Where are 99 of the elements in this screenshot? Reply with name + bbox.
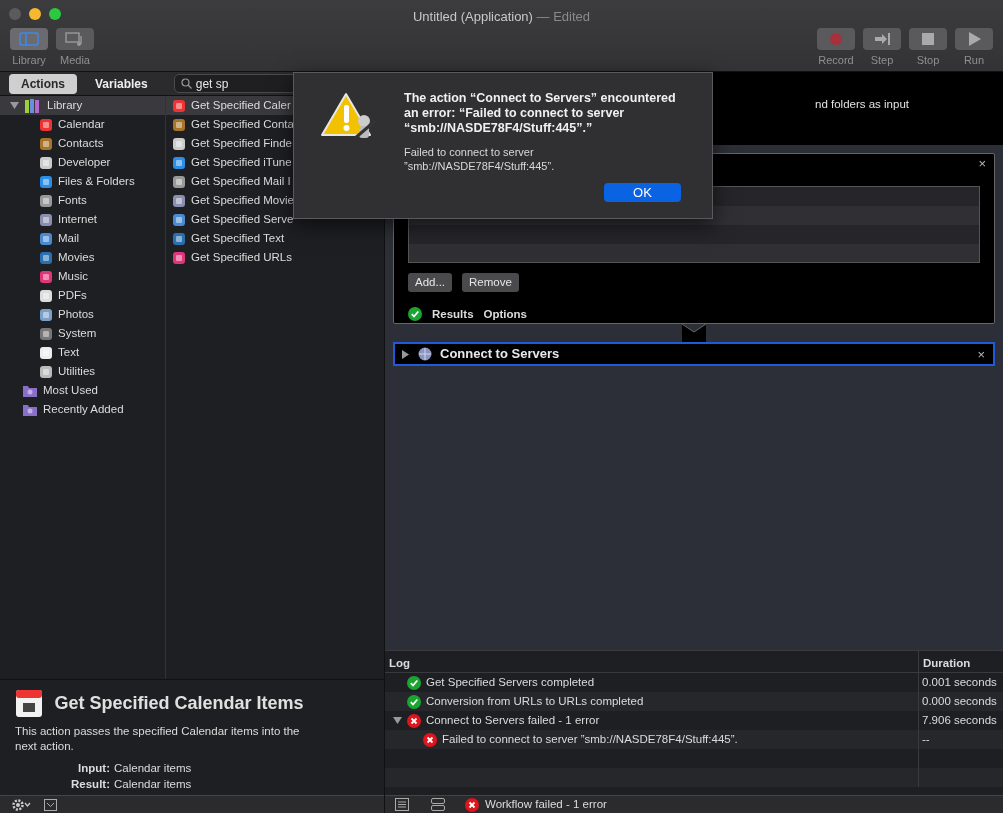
status-text: Workflow failed - 1 error [485,796,607,812]
split-view-icon [431,798,445,811]
library-item[interactable]: Movies [0,248,165,267]
action-item[interactable]: Get Specified Serve [166,210,384,229]
app-icon [39,288,53,303]
action-description: This action passes the specified Calendar items into the next action. [15,723,301,754]
collapse-icon [44,798,57,811]
tab[interactable]: Variables [83,73,160,94]
close-button[interactable]: × [978,156,986,172]
app-icon [172,193,186,208]
log-entry: Get Specified Servers completed [426,674,595,690]
dialog-message: Failed to connect to server ”smb://NASDE78F4/Stuff:445”. [404,145,556,173]
stop-icon [920,32,936,46]
duration-cell-text: 0.001 seconds [922,674,997,690]
library-item[interactable]: Utilities [0,362,165,381]
action-item[interactable]: Get Specified iTune [166,153,384,172]
library-item[interactable]: Photos [0,305,165,324]
app-icon [172,136,186,151]
app-icon [39,250,53,265]
library-item[interactable]: Text [0,343,165,362]
action-item[interactable]: Get Specified Mail I [166,172,384,191]
action-description: nd folders as input [815,98,909,110]
app-icon [172,155,186,170]
app-icon [39,155,53,170]
record-icon [828,32,844,46]
app-icon [39,326,53,341]
library-item[interactable]: Music [0,267,165,286]
action-item[interactable]: Get Specified URLs [166,248,384,267]
folder-gear-icon [22,402,38,417]
field-value: Calendar items [114,760,193,776]
media-icon [65,32,85,46]
app-icon [39,231,53,246]
app-icon [39,269,53,284]
app-icon [39,136,53,151]
duration-cell-text: 0.000 seconds [922,693,997,709]
library-icon [24,97,42,114]
close-button-icon [9,8,21,20]
library-item[interactable]: Contacts [0,134,165,153]
gear-icon [12,798,32,811]
log-entry: Conversion from URLs to URLs completed [426,693,644,709]
action-item[interactable]: Get Specified Finde [166,134,384,153]
app-icon [172,174,186,189]
calendar-icon [15,688,43,718]
zoom-button-icon [49,8,61,20]
field-label: Result: [70,776,110,792]
globe-icon [418,347,432,361]
app-icon [39,364,53,379]
ok-button[interactable]: OK [604,183,681,202]
window-title: Untitled (Application) — Edited [413,8,590,26]
play-icon [966,32,982,46]
app-icon [39,345,53,360]
column-header[interactable]: Duration [918,651,1003,673]
library-item[interactable]: Fonts [0,191,165,210]
action-title: Connect to Servers [440,345,560,364]
sidebar-icon [19,32,39,46]
field-value: Calendar items [114,776,193,792]
app-icon [172,212,186,227]
column-header[interactable]: Log [385,651,918,673]
app-icon [39,117,53,132]
library-item[interactable]: PDFs [0,286,165,305]
library-item[interactable]: Calendar [0,115,165,134]
action-item[interactable]: Get Specified Text [166,229,384,248]
list-view-icon [395,798,409,811]
library-item[interactable]: Internet [0,210,165,229]
card-tab[interactable]: Results [432,305,474,323]
field-label: Input: [77,760,110,776]
minimize-button-icon [29,8,41,20]
app-icon [39,193,53,208]
app-icon [172,117,186,132]
action-item[interactable]: Get Specified Conta [166,115,384,134]
action-item[interactable]: Get Specified Movie [166,191,384,210]
library-item[interactable]: System [0,324,165,343]
check-icon [408,307,422,322]
card-tab[interactable]: Options [483,305,527,323]
duration-cell-text: -- [922,731,930,747]
app-icon [172,250,186,265]
library-item[interactable]: Mail [0,229,165,248]
step-icon [874,32,890,46]
library-item[interactable]: Developer [0,153,165,172]
duration-cell-text: 7.906 seconds [922,712,997,728]
action-button[interactable]: Remove [462,272,519,292]
library-item[interactable]: Recently Added [0,400,165,419]
tab[interactable]: Actions [9,73,77,94]
app-icon [39,212,53,227]
library-item[interactable]: Files & Folders [0,172,165,191]
log-entry: Failed to connect to server ”smb://NASDE78F4/Stuff:445”. [442,731,738,747]
close-button[interactable]: × [977,347,985,363]
app-icon [39,307,53,322]
library-item[interactable]: Library [0,96,165,115]
dialog-title: The action “Connect to Servers” encountered an error: “Failed to connect to server “smb://NASDE78F4/Stuff:445”.” [404,91,677,136]
library-item[interactable]: Most Used [0,381,165,400]
app-icon [172,231,186,246]
action-title: Get Specified Calendar Items [54,691,304,715]
log-entry: Connect to Servers failed - 1 error [426,712,600,728]
folder-gear-icon [22,383,38,398]
app-icon [39,174,53,189]
app-icon [172,98,186,113]
search-icon [180,78,192,89]
action-button[interactable]: Add... [408,272,453,292]
